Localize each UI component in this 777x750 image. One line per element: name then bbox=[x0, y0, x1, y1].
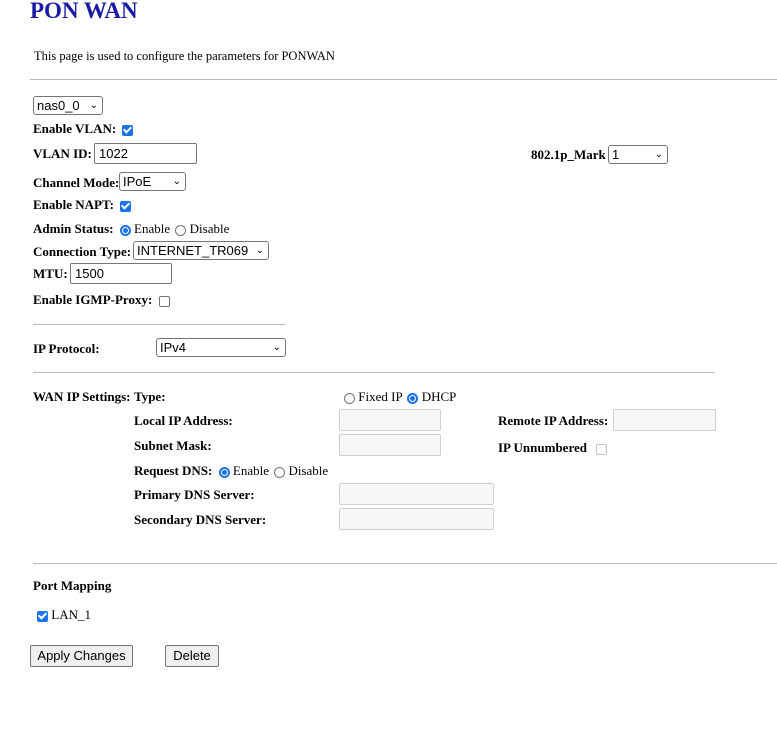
delete-button[interactable]: Delete bbox=[165, 645, 219, 667]
dhcp-radio[interactable] bbox=[407, 392, 419, 404]
8021p-mark-label: 802.1p_Mark bbox=[531, 147, 606, 162]
remote-ip-label: Remote IP Address: bbox=[498, 413, 609, 428]
request-dns-disable-label: Disable bbox=[288, 463, 329, 478]
admin-status-row: Admin Status: Enable Disable bbox=[33, 221, 229, 237]
channel-mode-label: Channel Mode: bbox=[33, 175, 120, 190]
enable-vlan-label: Enable VLAN: bbox=[33, 121, 117, 136]
subnet-mask-label: Subnet Mask: bbox=[134, 438, 212, 453]
igmp-proxy-row: Enable IGMP-Proxy: bbox=[33, 292, 170, 308]
mtu-label: MTU: bbox=[33, 266, 68, 281]
8021p-mark-select[interactable]: 1 ⌄ bbox=[608, 145, 668, 164]
dhcp-label: DHCP bbox=[421, 389, 457, 404]
ip-protocol-select[interactable]: IPv4 ⌄ bbox=[156, 338, 286, 357]
ip-protocol-divider bbox=[33, 372, 715, 373]
chevron-down-icon: ⌄ bbox=[255, 245, 264, 256]
enable-napt-label: Enable NAPT: bbox=[33, 197, 115, 212]
channel-mode-value: IPoE bbox=[123, 174, 152, 189]
request-dns-enable-label: Enable bbox=[232, 463, 269, 478]
request-dns-disable-radio[interactable] bbox=[274, 466, 286, 478]
ip-unnumbered-row: IP Unnumbered bbox=[498, 440, 608, 456]
request-dns-enable-radio[interactable] bbox=[218, 466, 230, 478]
connection-type-value: INTERNET_TR069 bbox=[137, 243, 249, 258]
ip-protocol-label: IP Protocol: bbox=[33, 341, 100, 356]
ip-protocol-value: IPv4 bbox=[160, 340, 187, 355]
interface-select[interactable]: nas0_0 ⌄ bbox=[33, 96, 103, 115]
secondary-dns-label: Secondary DNS Server: bbox=[134, 512, 267, 527]
request-dns-label: Request DNS: bbox=[134, 463, 213, 478]
wan-ip-type-options: Fixed IP DHCP bbox=[344, 389, 456, 405]
fixed-ip-label: Fixed IP bbox=[358, 389, 403, 404]
admin-status-label: Admin Status: bbox=[33, 221, 114, 236]
enable-napt-checkbox[interactable] bbox=[120, 200, 132, 212]
local-ip-label: Local IP Address: bbox=[134, 413, 233, 428]
admin-status-disable-radio[interactable] bbox=[175, 224, 187, 236]
remote-ip-input[interactable] bbox=[613, 409, 716, 431]
admin-status-enable-label: Enable bbox=[134, 221, 171, 236]
admin-status-enable-radio[interactable] bbox=[119, 224, 131, 236]
lan1-checkbox[interactable] bbox=[37, 610, 48, 622]
ip-unnumbered-checkbox[interactable] bbox=[596, 443, 608, 455]
wan-ip-settings-label: WAN IP Settings: bbox=[33, 389, 131, 404]
primary-dns-label: Primary DNS Server: bbox=[134, 487, 255, 502]
subnet-mask-input[interactable] bbox=[339, 434, 441, 456]
vlan-id-input[interactable]: 1022 bbox=[94, 143, 197, 164]
primary-dns-input[interactable] bbox=[339, 483, 494, 505]
wan-ip-type-label: Type: bbox=[134, 389, 166, 404]
port-mapping-label: Port Mapping bbox=[33, 578, 112, 593]
8021p-mark-value: 1 bbox=[612, 147, 620, 162]
mtu-input[interactable]: 1500 bbox=[70, 263, 172, 284]
enable-napt-row: Enable NAPT: bbox=[33, 197, 132, 213]
fixed-ip-radio[interactable] bbox=[344, 392, 355, 404]
chevron-down-icon: ⌄ bbox=[272, 342, 281, 353]
chevron-down-icon: ⌄ bbox=[654, 149, 663, 160]
igmp-divider bbox=[33, 324, 285, 325]
admin-status-disable-label: Disable bbox=[189, 221, 230, 236]
chevron-down-icon: ⌄ bbox=[172, 176, 181, 187]
apply-changes-button[interactable]: Apply Changes bbox=[30, 645, 133, 667]
header-divider bbox=[30, 79, 777, 80]
channel-mode-select[interactable]: IPoE ⌄ bbox=[119, 172, 186, 191]
local-ip-input[interactable] bbox=[339, 409, 441, 431]
igmp-proxy-checkbox[interactable] bbox=[158, 295, 170, 307]
connection-type-label: Connection Type: bbox=[33, 244, 132, 259]
vlan-id-label: VLAN ID: bbox=[33, 146, 92, 161]
wan-ip-divider bbox=[33, 563, 777, 564]
secondary-dns-input[interactable] bbox=[339, 508, 494, 530]
igmp-proxy-label: Enable IGMP-Proxy: bbox=[33, 292, 153, 307]
ip-unnumbered-label: IP Unnumbered bbox=[498, 440, 587, 455]
connection-type-select[interactable]: INTERNET_TR069 ⌄ bbox=[133, 241, 269, 260]
page-title: PON WAN bbox=[30, 0, 138, 23]
enable-vlan-checkbox[interactable] bbox=[122, 124, 134, 136]
lan1-label: LAN_1 bbox=[51, 607, 91, 622]
enable-vlan-row: Enable VLAN: bbox=[33, 121, 134, 137]
chevron-down-icon: ⌄ bbox=[89, 100, 98, 111]
port-mapping-lan1: LAN_1 bbox=[37, 607, 91, 623]
interface-select-value: nas0_0 bbox=[37, 98, 80, 113]
request-dns-row: Request DNS: Enable Disable bbox=[134, 463, 328, 479]
page-description: This page is used to configure the param… bbox=[34, 49, 335, 63]
